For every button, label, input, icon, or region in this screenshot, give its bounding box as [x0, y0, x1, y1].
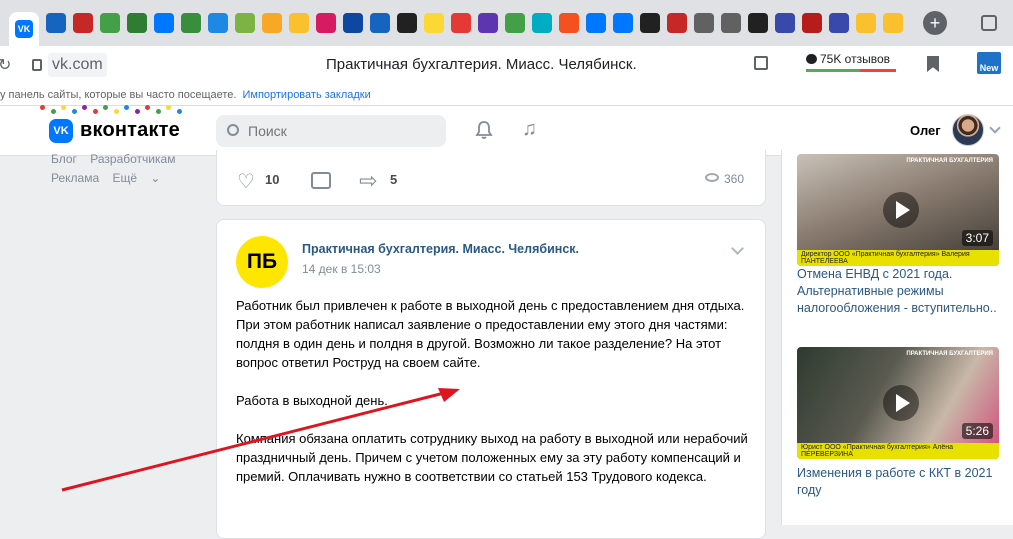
arrow-line [61, 390, 449, 492]
arrow-head [438, 388, 460, 402]
annotation-arrow [61, 388, 460, 492]
